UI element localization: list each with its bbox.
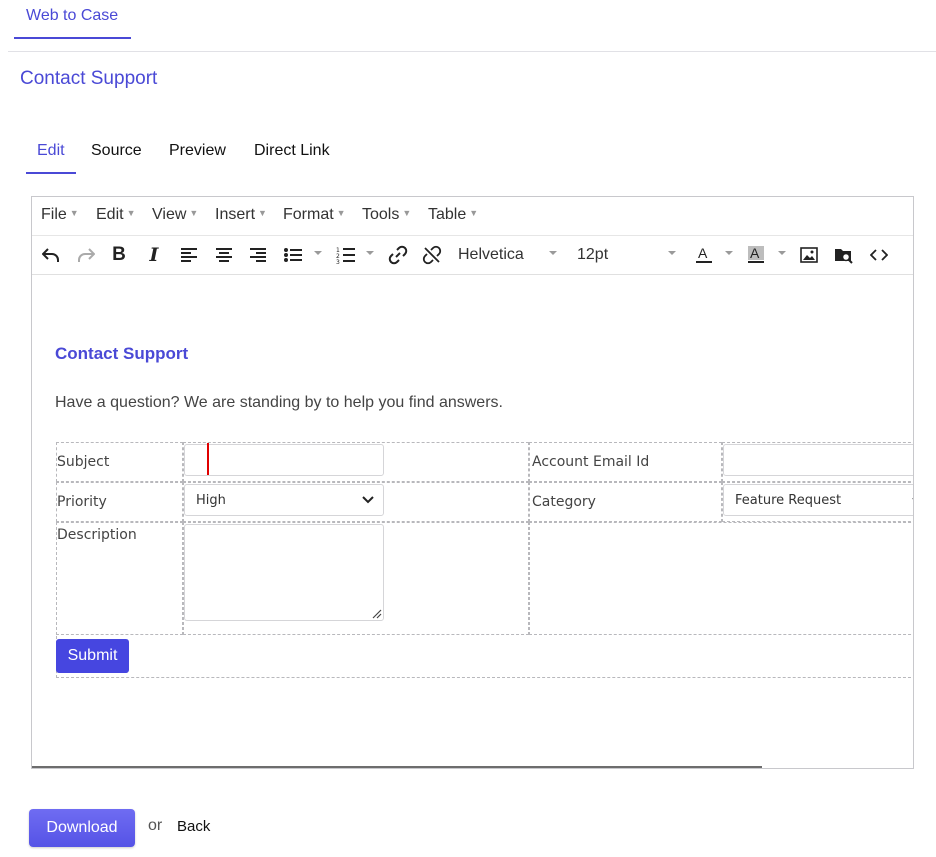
font-family-select[interactable]: Helvetica: [458, 246, 524, 264]
svg-text:A: A: [750, 245, 760, 261]
tab-preview[interactable]: Preview: [169, 142, 226, 160]
form-title: Contact Support: [55, 344, 189, 363]
text-color-icon[interactable]: A: [694, 244, 714, 266]
download-button[interactable]: Download: [29, 809, 135, 847]
chevron-down-icon: [912, 493, 913, 511]
numbered-list-icon[interactable]: 123: [335, 244, 357, 266]
submit-button[interactable]: Submit: [56, 639, 129, 673]
form-table: Subject Account Email Id Priority High C…: [56, 442, 913, 636]
table-cell: High: [183, 482, 529, 522]
table-cell: Feature Request: [722, 482, 913, 522]
submit-row: [56, 636, 913, 678]
menu-insert[interactable]: Insert ▼: [215, 206, 267, 224]
menu-file[interactable]: File ▼: [41, 206, 79, 224]
table-cell: Subject: [56, 442, 183, 482]
table-cell: [183, 522, 529, 635]
menu-tools[interactable]: Tools ▼: [362, 206, 411, 224]
category-select[interactable]: Feature Request: [723, 484, 913, 516]
editor-menubar: File ▼ Edit ▼ View ▼ Insert ▼ Format ▼ Tools ▼…: [32, 197, 913, 235]
bullet-list-icon[interactable]: [282, 244, 304, 266]
tab-edit[interactable]: Edit: [37, 142, 65, 160]
priority-select[interactable]: High: [184, 484, 384, 516]
redo-icon[interactable]: [76, 244, 96, 266]
undo-icon[interactable]: [41, 244, 61, 266]
horizontal-scrollbar[interactable]: [32, 766, 762, 768]
table-cell: [183, 442, 529, 482]
or-text: or: [148, 817, 163, 834]
table-cell: [722, 442, 913, 482]
menu-table[interactable]: Table ▼: [428, 206, 478, 224]
subject-input[interactable]: [184, 444, 384, 476]
description-textarea[interactable]: [184, 524, 384, 621]
priority-label: Priority: [57, 494, 107, 510]
text-cursor: [207, 443, 209, 475]
description-label: Description: [57, 527, 137, 543]
font-family-dropdown-icon[interactable]: [549, 251, 557, 255]
category-label: Category: [532, 494, 596, 510]
highlight-color-icon[interactable]: A: [746, 244, 766, 266]
link-icon[interactable]: [388, 244, 408, 266]
media-search-icon[interactable]: [834, 244, 854, 266]
rich-text-editor: File ▼ Edit ▼ View ▼ Insert ▼ Format ▼ Tools ▼…: [31, 196, 914, 769]
page-title: Contact Support: [20, 68, 158, 89]
tab-web-to-case[interactable]: Web to Case: [14, 0, 131, 39]
highlight-color-dropdown-icon[interactable]: [778, 251, 786, 255]
image-icon[interactable]: [799, 244, 819, 266]
align-center-icon[interactable]: [214, 244, 234, 266]
bold-icon[interactable]: B: [110, 244, 128, 266]
font-size-select[interactable]: 12pt: [577, 246, 608, 264]
category-value: Feature Request: [735, 492, 842, 508]
align-right-icon[interactable]: [248, 244, 268, 266]
active-tab-indicator: [26, 172, 76, 174]
resize-handle-icon[interactable]: [370, 607, 382, 619]
align-left-icon[interactable]: [179, 244, 199, 266]
bullet-list-dropdown-icon[interactable]: [314, 251, 322, 255]
font-size-dropdown-icon[interactable]: [668, 251, 676, 255]
editor-content[interactable]: Contact Support Have a question? We are …: [32, 275, 913, 768]
text-color-dropdown-icon[interactable]: [725, 251, 733, 255]
numbered-list-dropdown-icon[interactable]: [366, 251, 374, 255]
tab-web-to-case-label: Web to Case: [26, 7, 119, 24]
tab-source[interactable]: Source: [91, 142, 142, 160]
tab-direct-link[interactable]: Direct Link: [254, 142, 330, 160]
priority-value: High: [196, 492, 226, 508]
unlink-icon[interactable]: [422, 244, 442, 266]
menu-view[interactable]: View ▼: [152, 206, 198, 224]
italic-icon[interactable]: I: [145, 244, 163, 266]
table-cell: Priority: [56, 482, 183, 522]
back-link[interactable]: Back: [177, 818, 210, 835]
chevron-down-icon: [361, 493, 375, 511]
table-cell: [529, 522, 913, 635]
svg-text:3: 3: [336, 259, 340, 264]
svg-text:A: A: [698, 245, 708, 261]
menu-format[interactable]: Format ▼: [283, 206, 346, 224]
code-view-icon[interactable]: [869, 244, 889, 266]
top-divider: [8, 51, 936, 52]
account-email-input[interactable]: [723, 444, 913, 476]
form-intro-text: Have a question? We are standing by to h…: [55, 394, 503, 411]
menu-edit[interactable]: Edit ▼: [96, 206, 136, 224]
table-cell: Account Email Id: [529, 442, 722, 482]
table-cell: Category: [529, 482, 722, 522]
account-email-label: Account Email Id: [532, 454, 650, 470]
editor-toolbar: B I 123 Helvetica 12pt A A: [32, 235, 913, 275]
table-cell: Description: [56, 522, 183, 635]
subject-label: Subject: [57, 454, 110, 470]
